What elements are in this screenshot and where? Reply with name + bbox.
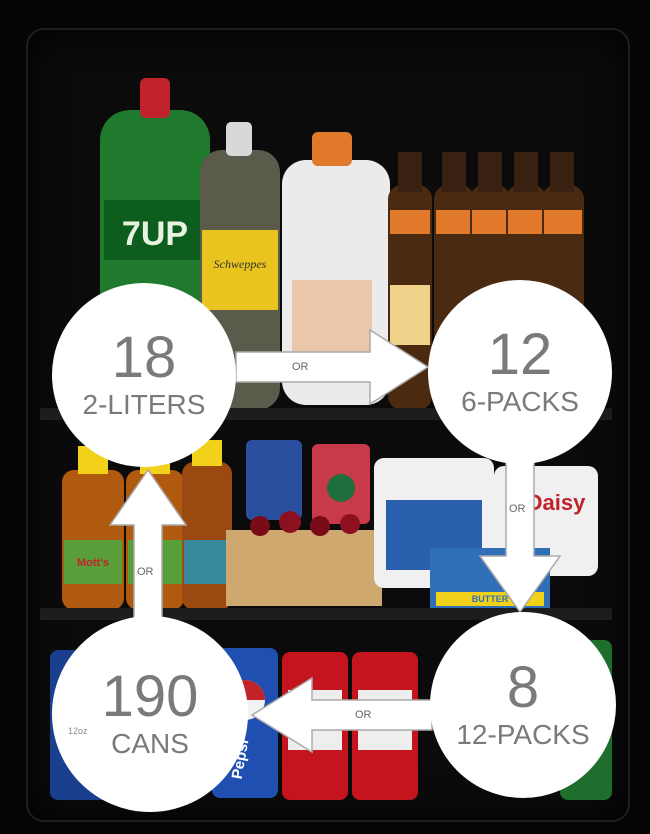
two-liters-circle: 18 2-LITERS <box>52 283 236 467</box>
six-packs-label: 6-PACKS <box>461 386 579 417</box>
can-size-unit: 12oz <box>68 726 88 736</box>
twelve-packs-circle: 8 12-PACKS <box>430 612 616 798</box>
or-label-bottom: OR <box>355 709 372 721</box>
arrow-up <box>108 468 188 641</box>
six-packs-count: 12 <box>487 322 553 387</box>
two-liters-count: 18 <box>111 325 177 390</box>
cans-circle: 190 CANS <box>52 616 248 812</box>
or-label-right: OR <box>509 503 526 515</box>
two-liters-label: 2-LITERS <box>82 389 206 420</box>
arrow-left <box>250 676 433 754</box>
twelve-packs-count: 8 <box>506 655 540 720</box>
six-packs-circle: 12 6-PACKS <box>428 280 612 464</box>
arrow-down <box>478 449 562 614</box>
arrow-right <box>235 328 430 406</box>
fridge-infographic: 7UP Schweppes Mott's Daisy BUTTER Pepsi … <box>0 0 650 834</box>
cans-label: CANS <box>111 728 189 759</box>
cans-count: 190 <box>101 664 199 729</box>
twelve-packs-label: 12-PACKS <box>456 719 590 750</box>
or-label-left: OR <box>137 566 154 578</box>
or-label-top: OR <box>292 361 309 373</box>
